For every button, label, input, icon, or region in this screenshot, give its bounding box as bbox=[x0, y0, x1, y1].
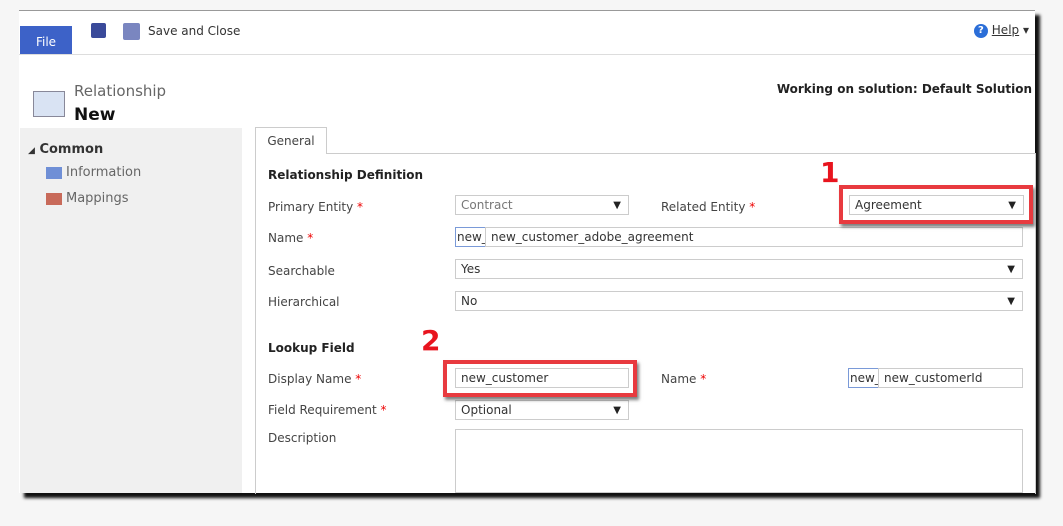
left-nav: ◢ Common Information Mappings bbox=[20, 128, 242, 493]
save-close-icon[interactable] bbox=[123, 23, 140, 40]
name-label: Name * bbox=[268, 231, 314, 245]
searchable-select[interactable]: Yes bbox=[455, 259, 1023, 279]
annotation-2: 2 bbox=[421, 324, 441, 357]
section-relationship-definition: Relationship Definition bbox=[268, 168, 424, 182]
ribbon-divider bbox=[19, 54, 1035, 55]
help-icon: ? bbox=[973, 23, 988, 38]
primary-entity-select: Contract bbox=[455, 195, 629, 215]
app-window: File Save and Close ? Help ▾ Relationshi… bbox=[19, 10, 1036, 494]
primary-entity-label: Primary Entity * bbox=[268, 200, 364, 214]
section-lookup-field: Lookup Field bbox=[268, 341, 355, 355]
entity-type: Relationship bbox=[74, 82, 167, 100]
nav-item-information[interactable]: Information bbox=[46, 165, 141, 180]
page-title: New bbox=[74, 105, 116, 125]
nav-item-label: Information bbox=[66, 165, 142, 180]
save-and-close-button[interactable]: Save and Close bbox=[148, 24, 240, 38]
highlight-box-2 bbox=[443, 360, 637, 397]
nav-item-label: Mappings bbox=[66, 191, 129, 206]
collapse-icon: ◢ bbox=[28, 146, 35, 156]
highlight-box-1 bbox=[839, 185, 1033, 224]
display-name-label: Display Name * bbox=[268, 372, 362, 386]
save-icon[interactable] bbox=[91, 23, 106, 38]
related-entity-label: Related Entity * bbox=[661, 200, 756, 214]
solution-label: Working on solution: Default Solution bbox=[776, 82, 1032, 96]
nav-item-mappings[interactable]: Mappings bbox=[46, 191, 129, 206]
information-icon bbox=[46, 166, 62, 179]
field-requirement-label: Field Requirement * bbox=[268, 403, 387, 417]
help-label: Help bbox=[991, 23, 1020, 37]
mappings-icon bbox=[46, 192, 62, 205]
nav-group-common[interactable]: ◢ Common bbox=[28, 142, 103, 157]
description-textarea[interactable] bbox=[455, 429, 1023, 493]
relationship-icon bbox=[33, 91, 65, 117]
nav-group-label: Common bbox=[39, 142, 104, 157]
hierarchical-select[interactable]: No bbox=[455, 291, 1023, 311]
annotation-1: 1 bbox=[820, 156, 840, 189]
field-requirement-select[interactable]: Optional bbox=[455, 400, 629, 420]
file-button[interactable]: File bbox=[20, 26, 72, 54]
tab-general[interactable]: General bbox=[255, 127, 327, 154]
chevron-down-icon: ▾ bbox=[1022, 23, 1029, 37]
hierarchical-label: Hierarchical bbox=[268, 295, 340, 309]
description-label: Description bbox=[268, 431, 337, 445]
lookup-name-label: Name * bbox=[661, 372, 707, 386]
lookup-name-input[interactable]: new_customerId bbox=[878, 368, 1023, 388]
searchable-label: Searchable bbox=[268, 264, 335, 278]
help-button[interactable]: ? Help ▾ bbox=[973, 23, 1029, 38]
relationship-name-input[interactable]: new_customer_adobe_agreement bbox=[485, 227, 1023, 247]
